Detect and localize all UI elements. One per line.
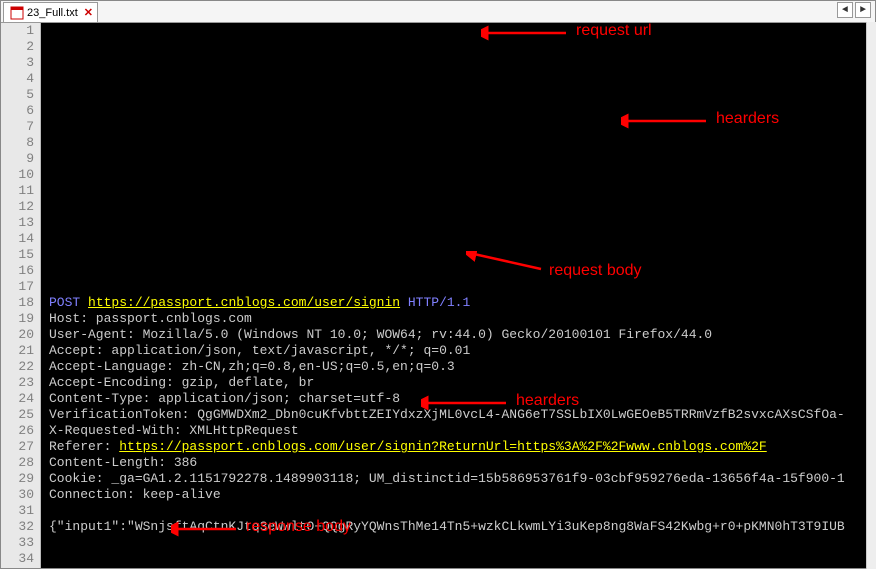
- line-number: 34: [1, 551, 34, 567]
- tab-bar: 23_Full.txt ✕ ◄ ►: [1, 1, 875, 23]
- line-number: 12: [1, 199, 34, 215]
- code-line: [49, 535, 875, 551]
- line-number: 27: [1, 439, 34, 455]
- annotation-request-body: request body: [549, 263, 642, 279]
- line-number-gutter: 1234567891011121314151617181920212223242…: [1, 23, 41, 568]
- line-number: 18: [1, 295, 34, 311]
- nav-left-button[interactable]: ◄: [837, 2, 853, 18]
- code-line: [49, 551, 875, 567]
- code-line: {"input1":"WSnjsftAqCtnKJtq3eWwltO+QQgRy…: [49, 519, 875, 535]
- annotation-request-url: request url: [576, 23, 652, 39]
- right-edge: [866, 22, 876, 569]
- line-number: 31: [1, 503, 34, 519]
- line-number: 15: [1, 247, 34, 263]
- line-number: 11: [1, 183, 34, 199]
- editor-window: 23_Full.txt ✕ ◄ ► 1234567891011121314151…: [0, 0, 876, 569]
- arrow-icon: [466, 251, 546, 273]
- tab-nav: ◄ ►: [837, 2, 871, 18]
- line-number: 32: [1, 519, 34, 535]
- line-number: 28: [1, 455, 34, 471]
- line-number: 25: [1, 407, 34, 423]
- line-number: 17: [1, 279, 34, 295]
- line-number: 19: [1, 311, 34, 327]
- line-number: 2: [1, 39, 34, 55]
- code-line: Accept-Encoding: gzip, deflate, br: [49, 375, 875, 391]
- nav-right-button[interactable]: ►: [855, 2, 871, 18]
- line-number: 9: [1, 151, 34, 167]
- arrow-icon: [621, 113, 711, 129]
- line-number: 5: [1, 87, 34, 103]
- line-number: 23: [1, 375, 34, 391]
- code-line: [49, 503, 875, 519]
- editor-area: 1234567891011121314151617181920212223242…: [1, 23, 875, 568]
- code-line: Accept-Language: zh-CN,zh;q=0.8,en-US;q=…: [49, 359, 875, 375]
- line-number: 30: [1, 487, 34, 503]
- line-number: 8: [1, 135, 34, 151]
- code-line: Referer: https://passport.cnblogs.com/us…: [49, 439, 875, 455]
- line-number: 13: [1, 215, 34, 231]
- line-number: 33: [1, 535, 34, 551]
- line-number: 22: [1, 359, 34, 375]
- line-number: 3: [1, 55, 34, 71]
- tab-filename: 23_Full.txt: [27, 7, 78, 19]
- code-content[interactable]: request url hearders request body hearde…: [41, 23, 875, 568]
- line-number: 16: [1, 263, 34, 279]
- code-line: HTTP/1.1 200 OK: [49, 567, 875, 568]
- line-number: 24: [1, 391, 34, 407]
- file-tab[interactable]: 23_Full.txt ✕: [3, 2, 98, 22]
- line-number: 29: [1, 471, 34, 487]
- code-line: User-Agent: Mozilla/5.0 (Windows NT 10.0…: [49, 327, 875, 343]
- code-line: Accept: application/json, text/javascrip…: [49, 343, 875, 359]
- code-line: Cookie: _ga=GA1.2.1151792278.1489903118;…: [49, 471, 875, 487]
- line-number: 4: [1, 71, 34, 87]
- line-number: 7: [1, 119, 34, 135]
- line-number: 26: [1, 423, 34, 439]
- line-number: 10: [1, 167, 34, 183]
- code-line: Content-Type: application/json; charset=…: [49, 391, 875, 407]
- line-number: 20: [1, 327, 34, 343]
- line-number: 21: [1, 343, 34, 359]
- line-number: 14: [1, 231, 34, 247]
- code-line: X-Requested-With: XMLHttpRequest: [49, 423, 875, 439]
- arrow-icon: [481, 25, 571, 41]
- line-number: 1: [1, 23, 34, 39]
- code-line: Host: passport.cnblogs.com: [49, 311, 875, 327]
- annotation-headers-1: hearders: [716, 111, 779, 127]
- code-line: POST https://passport.cnblogs.com/user/s…: [49, 295, 875, 311]
- close-icon[interactable]: ✕: [84, 6, 93, 19]
- file-icon: [10, 6, 24, 20]
- line-number: 6: [1, 103, 34, 119]
- code-line: VerificationToken: QgGMWDXm2_Dbn0cuKfvbt…: [49, 407, 875, 423]
- code-line: Connection: keep-alive: [49, 487, 875, 503]
- code-line: Content-Length: 386: [49, 455, 875, 471]
